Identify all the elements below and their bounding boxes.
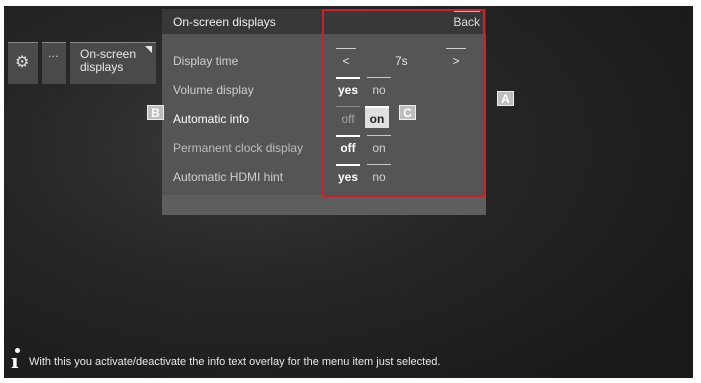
row-label: Display time: [173, 54, 239, 68]
marker-a: A: [497, 91, 514, 106]
row-label: Automatic HDMI hint: [173, 170, 284, 184]
row-label: Volume display: [173, 83, 254, 97]
ellipsis-label: ···: [48, 50, 59, 63]
info-bar: ı With this you activate/deactivate the …: [8, 348, 608, 376]
corner-triangle-icon: [145, 46, 152, 53]
breadcrumb-settings[interactable]: ⚙: [8, 42, 38, 84]
panel-title: On-screen displays: [173, 15, 276, 29]
annotation-frame: [322, 9, 485, 197]
row-label: Automatic info: [173, 112, 250, 126]
breadcrumb-ellipsis[interactable]: ···: [42, 42, 66, 84]
info-icon: ı: [11, 349, 19, 373]
marker-b: B: [147, 105, 164, 120]
row-label: Permanent clock display: [173, 141, 304, 155]
gear-icon: ⚙: [15, 52, 30, 71]
marker-c: C: [399, 105, 416, 120]
info-text: With this you activate/deactivate the in…: [29, 356, 441, 368]
breadcrumb-label: On-screen displays: [80, 47, 137, 74]
panel-footer: [162, 195, 486, 215]
breadcrumb-on-screen-displays[interactable]: On-screen displays: [70, 42, 156, 84]
tv-screen: ⚙ ··· On-screen displays On-screen displ…: [4, 6, 693, 378]
